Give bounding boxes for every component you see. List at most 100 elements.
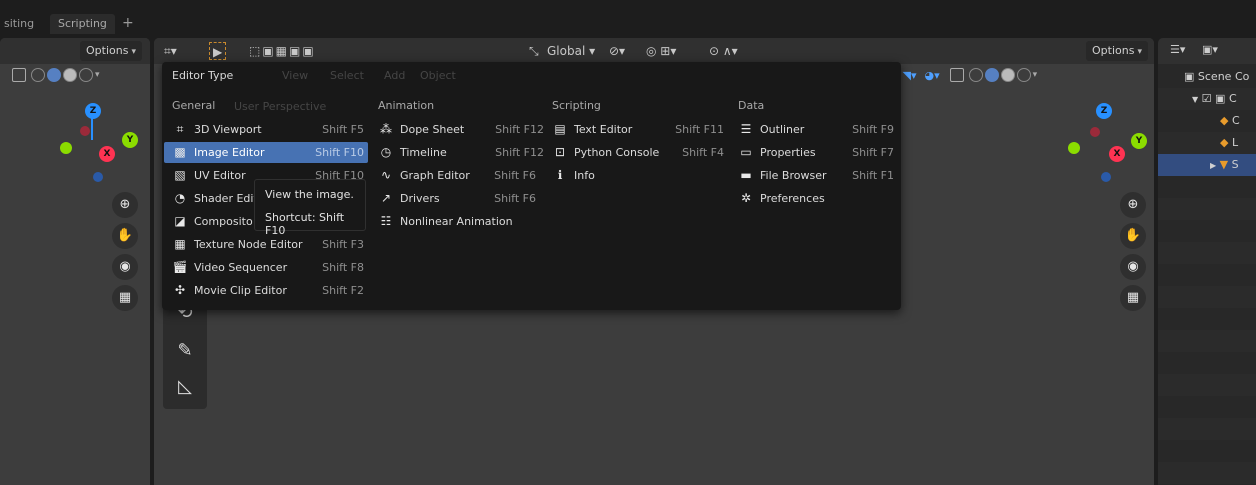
gizmo-toggle-icon[interactable]: ◥▾ (903, 69, 917, 82)
menu-item-file-browser[interactable]: ▬ File Browser Shift F1 (734, 165, 898, 186)
nla-icon: ☷ (380, 214, 392, 228)
checkbox-icon[interactable]: ☑ (1202, 92, 1212, 105)
outliner-empty-row (1158, 286, 1256, 308)
select-tool-icon[interactable]: ▶ (209, 42, 227, 60)
menu-item-image-editor[interactable]: ▩ Image Editor Shift F10 (164, 142, 368, 163)
menu-item-info[interactable]: ℹ Info (548, 165, 728, 186)
menu-item-drivers[interactable]: ↗ Drivers Shift F6 (374, 188, 540, 209)
gizmo-neg-z-axis[interactable] (1101, 172, 1111, 182)
pivot-point-icon[interactable]: ⊘▾ (609, 42, 625, 60)
outliner-display-mode-icon[interactable]: ☰▾ (1170, 43, 1185, 56)
outliner-scene-row[interactable]: ▣ Scene Co (1158, 66, 1256, 88)
camera-icon[interactable]: ◉ (1120, 254, 1146, 280)
menu-item-movie-clip-editor[interactable]: ✣ Movie Clip Editor Shift F2 (164, 280, 368, 301)
tab-scripting[interactable]: Scripting (50, 14, 115, 34)
outliner-row-selected[interactable]: ▶ ▼ S (1158, 154, 1256, 176)
menu-item-python-console[interactable]: ⊡ Python Console Shift F4 (548, 142, 728, 163)
pan-hand-icon[interactable]: ✋ (112, 223, 138, 249)
gizmo-neg-z-axis[interactable] (93, 172, 103, 182)
overlay-toggle-icon[interactable]: ◕▾ (925, 69, 940, 82)
solid-shading-icon[interactable] (47, 68, 61, 82)
menu-item-label: Movie Clip Editor (194, 284, 287, 297)
gizmo-y-axis[interactable]: Y (122, 132, 138, 148)
gizmo-neg-x-axis[interactable] (80, 126, 90, 136)
material-shading-icon[interactable] (1000, 68, 1015, 82)
annotate-tool-icon[interactable]: ✎ (171, 337, 199, 365)
menu-item-3d-viewport[interactable]: ⌗ 3D Viewport Shift F5 (164, 119, 368, 140)
mesh-object-icon: ▼ (1219, 158, 1229, 171)
menu-item-label: Composito (194, 215, 253, 228)
transform-orientation-icon: ⤡ (529, 44, 539, 58)
outliner-row[interactable]: ◆ L (1158, 132, 1256, 154)
editor-type-icon[interactable]: ⌗▾ (164, 42, 177, 60)
filter-icon[interactable]: ▣▾ (1202, 43, 1218, 56)
wireframe-shading-icon[interactable] (968, 68, 983, 82)
snap-icon[interactable]: ◎ ⊞▾ (646, 42, 676, 60)
gizmo-z-axis[interactable]: Z (85, 103, 101, 119)
left-viewport[interactable]: Options ▾ ▾ Z Y X ⊕ ✋ ◉ ▦ (0, 38, 150, 485)
gizmo-neg-y-axis[interactable] (1068, 142, 1080, 154)
menu-item-label: Video Sequencer (194, 261, 288, 274)
menu-item-label: Drivers (400, 192, 440, 205)
options-dropdown[interactable]: Options ▾ (1086, 41, 1148, 61)
chevron-down-icon[interactable]: ▾ (95, 70, 100, 80)
menu-item-text-editor[interactable]: ▤ Text Editor Shift F11 (548, 119, 728, 140)
transform-orientation-dropdown[interactable]: Global ▾ (547, 42, 595, 60)
menu-item-compositor[interactable]: ◪ Composito (164, 211, 254, 232)
outliner-row[interactable]: ▼ ☑ ▣ C (1158, 88, 1256, 110)
menu-item-shader-editor[interactable]: ◔ Shader Edit (164, 188, 258, 209)
menu-item-shortcut: Shift F1 (852, 169, 894, 182)
menu-item-shortcut: Shift F2 (322, 284, 364, 297)
rendered-shading-icon[interactable] (1016, 68, 1031, 82)
chevron-down-icon[interactable]: ▾ (1033, 70, 1038, 80)
menu-item-properties[interactable]: ▭ Properties Shift F7 (734, 142, 898, 163)
gizmo-x-axis[interactable]: X (99, 146, 115, 162)
menu-item-label: Nonlinear Animation (400, 215, 513, 228)
expand-arrow-icon[interactable]: ▼ (1192, 95, 1198, 104)
camera-icon[interactable]: ◉ (112, 254, 138, 280)
menu-item-label: Graph Editor (400, 169, 470, 182)
menu-item-shortcut: Shift F5 (322, 123, 364, 136)
gizmo-x-axis[interactable]: X (1109, 146, 1125, 162)
options-dropdown[interactable]: Options ▾ (80, 41, 142, 61)
solid-shading-icon[interactable] (984, 68, 999, 82)
wireframe-shading-icon[interactable] (31, 68, 45, 82)
tab-compositing[interactable]: siting (0, 14, 42, 34)
menu-item-graph-editor[interactable]: ∿ Graph Editor Shift F6 (374, 165, 540, 186)
material-shading-icon[interactable] (63, 68, 77, 82)
proportional-edit-icon[interactable]: ⊙ ∧▾ (709, 42, 738, 60)
overlay-icon[interactable] (12, 68, 26, 82)
menu-item-label: UV Editor (194, 169, 246, 182)
grid-ortho-icon[interactable]: ▦ (1120, 285, 1146, 311)
xray-icon[interactable] (949, 68, 964, 82)
gizmo-neg-y-axis[interactable] (60, 142, 72, 154)
menu-item-shortcut: Shift F4 (682, 146, 724, 159)
grid-ortho-icon[interactable]: ▦ (112, 285, 138, 311)
rendered-shading-icon[interactable] (79, 68, 93, 82)
menu-item-timeline[interactable]: ◷ Timeline Shift F12 (374, 142, 548, 163)
menu-item-nonlinear-animation[interactable]: ☷ Nonlinear Animation (374, 211, 548, 232)
menu-item-texture-node-editor[interactable]: ▦ Texture Node Editor Shift F3 (164, 234, 368, 255)
menu-item-video-sequencer[interactable]: 🎬︎ Video Sequencer Shift F8 (164, 257, 368, 278)
scene-collection-label: Scene Co (1197, 70, 1250, 83)
gizmo-z-axis[interactable]: Z (1096, 103, 1112, 119)
menu-item-preferences[interactable]: ✲ Preferences (734, 188, 898, 209)
workspace-tab-bar: siting Scripting + (0, 0, 1256, 38)
left-viewport-header: Options ▾ (0, 38, 150, 64)
options-label: Options (1092, 44, 1135, 57)
transform-orientation-label: Global (547, 44, 586, 58)
add-workspace-button[interactable]: + (114, 14, 142, 34)
expand-arrow-icon[interactable]: ▶ (1210, 161, 1216, 170)
gizmo-neg-x-axis[interactable] (1090, 127, 1100, 137)
menu-item-shortcut: Shift F12 (495, 146, 544, 159)
measure-tool-icon[interactable]: ◺ (171, 373, 199, 401)
zoom-icon[interactable]: ⊕ (1120, 192, 1146, 218)
zoom-icon[interactable]: ⊕ (112, 192, 138, 218)
select-mode-icons[interactable]: ⬚▣▦▣▣ (249, 42, 316, 60)
menu-item-outliner[interactable]: ☰ Outliner Shift F9 (734, 119, 898, 140)
outliner-row[interactable]: ◆ C (1158, 110, 1256, 132)
gizmo-y-axis[interactable]: Y (1131, 133, 1147, 149)
video-sequencer-icon: 🎬︎ (172, 260, 188, 274)
pan-hand-icon[interactable]: ✋ (1120, 223, 1146, 249)
menu-item-dope-sheet[interactable]: ⁂ Dope Sheet Shift F12 (374, 119, 548, 140)
